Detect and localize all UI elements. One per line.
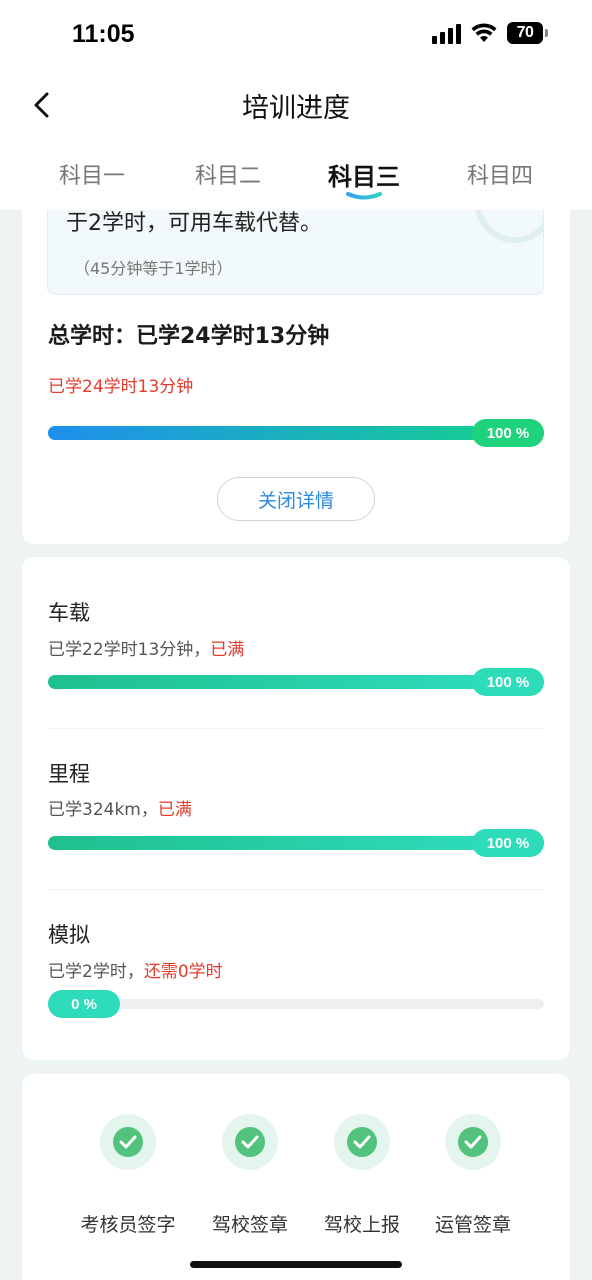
active-tab-indicator xyxy=(346,192,382,200)
total-hours-title: 总学时：已学24学时13分钟 xyxy=(48,324,330,349)
onboard-progress-bar: 100 % xyxy=(48,668,544,696)
battery-level: 70 xyxy=(507,22,543,44)
breakdown-card: 车载 已学22学时13分钟，已满 100 % 里程 已学324km，已满 100… xyxy=(22,557,570,1060)
step-transport-seal: 运管签章 xyxy=(408,1114,538,1237)
step-school-seal: 驾校签章 xyxy=(185,1114,315,1237)
simulation-progress-bar: 0 % xyxy=(48,990,544,1018)
item-status-simulation: 已学2学时，还需0学时 xyxy=(48,957,223,982)
item-title-mileage: 里程 xyxy=(48,762,90,786)
page-title: 培训进度 xyxy=(242,93,350,124)
check-icon xyxy=(445,1114,501,1170)
step-label: 运管签章 xyxy=(434,1214,511,1236)
divider xyxy=(48,889,544,890)
battery-icon: 70 xyxy=(507,22,548,44)
home-indicator[interactable] xyxy=(190,1261,402,1268)
status-time: 11:05 xyxy=(72,20,135,48)
onboard-progress-fill xyxy=(48,675,544,689)
divider xyxy=(48,728,544,729)
info-note: （45分钟等于1学时） xyxy=(74,259,233,278)
total-progress-fill xyxy=(48,426,544,440)
subject-tabs: 科目一 科目二 科目三 科目四 xyxy=(0,146,592,210)
item-title-simulation: 模拟 xyxy=(48,923,90,947)
mileage-progress-label: 100 % xyxy=(472,829,544,857)
total-progress-bar: 100 % xyxy=(48,419,544,447)
status-icons: 70 xyxy=(432,22,548,44)
wifi-icon xyxy=(471,23,497,42)
item-status-warn: 已满 xyxy=(210,640,245,660)
mileage-progress-bar: 100 % xyxy=(48,829,544,857)
info-text: 于2学时，可用车载代替。 xyxy=(66,211,322,236)
item-status-warn: 已满 xyxy=(157,800,192,820)
tab-subject-1[interactable]: 科目一 xyxy=(32,158,152,190)
check-icon xyxy=(222,1114,278,1170)
nav-header: 培训进度 xyxy=(0,70,592,146)
mileage-progress-fill xyxy=(48,836,544,850)
check-icon xyxy=(334,1114,390,1170)
item-status-text: 已学324km， xyxy=(48,800,158,820)
check-icon xyxy=(100,1114,156,1170)
status-bar: 11:05 70 xyxy=(0,0,592,70)
item-title-onboard: 车载 xyxy=(48,601,90,625)
total-progress-label: 100 % xyxy=(472,419,544,447)
approval-steps-card: 考核员签字 驾校签章 驾校上报 运管签章 xyxy=(22,1074,570,1280)
tab-subject-4[interactable]: 科目四 xyxy=(440,158,560,190)
step-label: 驾校签章 xyxy=(211,1214,288,1236)
summary-card: 于2学时，可用车载代替。 （45分钟等于1学时） 总学时：已学24学时13分钟 … xyxy=(22,210,570,544)
close-details-button[interactable]: 关闭详情 xyxy=(217,477,375,521)
signal-icon xyxy=(432,22,461,44)
info-box: 于2学时，可用车载代替。 （45分钟等于1学时） xyxy=(47,210,544,295)
tab-subject-3[interactable]: 科目三 xyxy=(304,157,424,192)
decorative-ring xyxy=(475,210,543,243)
step-label: 考核员签字 xyxy=(80,1214,176,1236)
item-status-text: 已学2学时， xyxy=(48,962,144,982)
item-status-mileage: 已学324km，已满 xyxy=(48,795,192,820)
item-status-warn: 还需0学时 xyxy=(143,962,223,982)
total-hours-sub: 已学24学时13分钟 xyxy=(48,377,194,397)
item-status-onboard: 已学22学时13分钟，已满 xyxy=(48,635,244,660)
tab-subject-2[interactable]: 科目二 xyxy=(168,158,288,190)
simulation-progress-label: 0 % xyxy=(48,990,120,1018)
step-examiner-sign: 考核员签字 xyxy=(63,1114,193,1237)
item-status-text: 已学22学时13分钟， xyxy=(48,640,211,660)
onboard-progress-label: 100 % xyxy=(472,668,544,696)
